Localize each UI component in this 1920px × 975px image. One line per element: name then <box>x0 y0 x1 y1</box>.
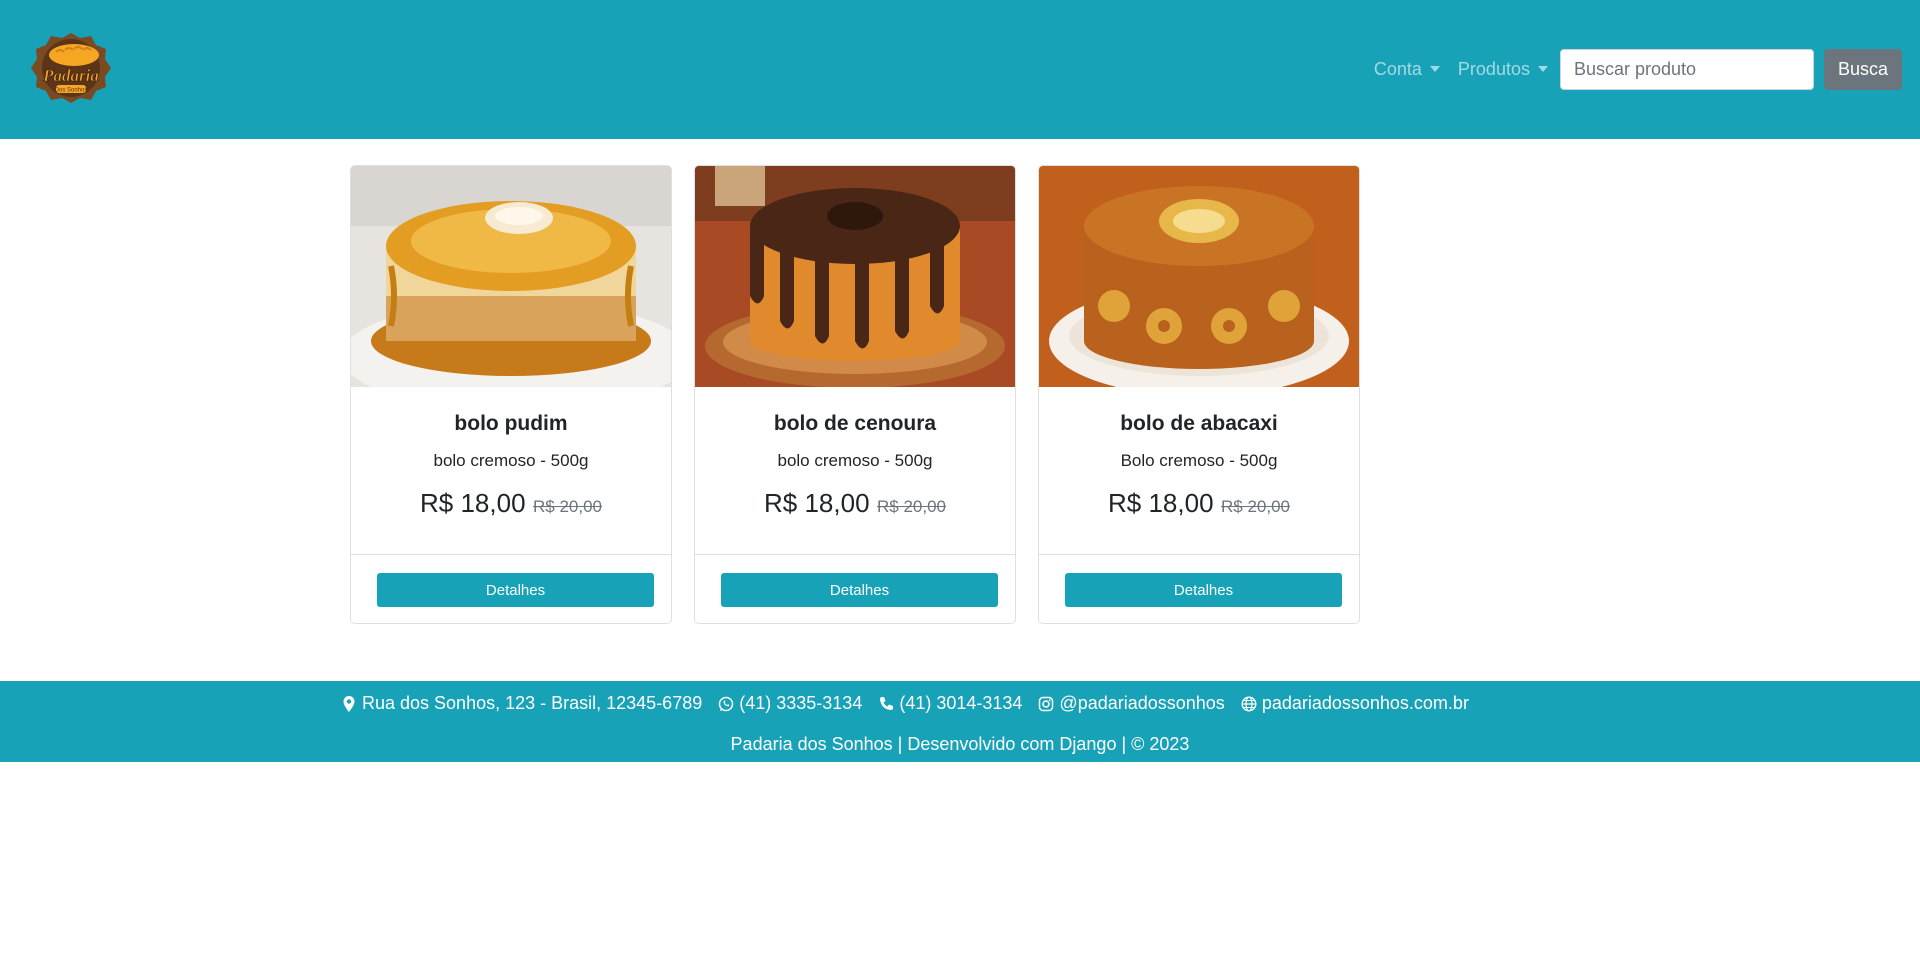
address-text: Rua dos Sonhos, 123 - Brasil, 12345-6789 <box>362 693 703 713</box>
card-footer: Detalhes <box>351 554 671 623</box>
footer-address: Rua dos Sonhos, 123 - Brasil, 12345-6789 <box>341 693 702 714</box>
navbar-right: Conta Produtos Busca <box>1374 48 1902 90</box>
product-image[interactable] <box>695 166 1015 387</box>
product-card: bolo de abacaxi Bolo cremoso - 500g R$ 1… <box>1038 165 1360 624</box>
logo[interactable]: Padaria Dos Sonhos <box>30 31 112 105</box>
chevron-down-icon <box>1429 66 1440 72</box>
search-input[interactable] <box>1559 48 1814 90</box>
whatsapp-text: (41) 3335-3134 <box>739 693 863 713</box>
logo-text: Padaria <box>42 66 99 85</box>
product-old-price: R$ 20,00 <box>532 497 602 517</box>
nav-dropdown-produtos[interactable]: Produtos <box>1458 59 1548 80</box>
nav-produtos-label: Produtos <box>1457 58 1530 79</box>
product-description: bolo cremoso - 500g <box>777 451 933 471</box>
details-button[interactable]: Detalhes <box>1065 573 1342 607</box>
footer-copyright: Padaria dos Sonhos | Desenvolvido com Dj… <box>730 734 1190 754</box>
product-price: R$ 18,00 <box>1108 488 1214 519</box>
product-name: bolo de cenoura <box>773 412 937 435</box>
footer-whatsapp[interactable]: (41) 3335-3134 <box>718 693 862 714</box>
details-button[interactable]: Detalhes <box>721 573 998 607</box>
nav-dropdown-conta[interactable]: Conta <box>1374 59 1440 80</box>
logo-subtext: Dos Sonhos <box>55 88 88 94</box>
map-marker-icon <box>343 695 355 712</box>
product-card: bolo pudim bolo cremoso - 500g R$ 18,00 … <box>350 165 672 624</box>
product-description: Bolo cremoso - 500g <box>1120 451 1278 471</box>
product-old-price: R$ 20,00 <box>876 497 946 517</box>
footer-phone[interactable]: (41) 3014-3134 <box>878 693 1022 714</box>
footer-website[interactable]: padariadossonhos.com.br <box>1241 693 1469 714</box>
footer-contacts: Rua dos Sonhos, 123 - Brasil, 12345-6789… <box>341 693 1485 714</box>
product-price: R$ 18,00 <box>764 488 870 519</box>
card-footer: Detalhes <box>695 554 1015 623</box>
instagram-icon <box>1039 696 1054 711</box>
navbar: Padaria Dos Sonhos Conta Produtos Busca <box>0 0 1920 139</box>
product-image[interactable] <box>351 166 671 387</box>
instagram-text: @padariadossonhos <box>1059 693 1225 713</box>
nav-conta-label: Conta <box>1373 58 1422 79</box>
chevron-down-icon <box>1537 66 1548 72</box>
globe-icon <box>1241 695 1257 712</box>
phone-text: (41) 3014-3134 <box>899 693 1023 713</box>
whatsapp-icon <box>718 696 734 711</box>
product-card: bolo de cenoura bolo cremoso - 500g R$ 1… <box>694 165 1016 624</box>
website-text: padariadossonhos.com.br <box>1261 693 1469 713</box>
product-image[interactable] <box>1039 166 1359 387</box>
product-old-price: R$ 20,00 <box>1220 497 1290 517</box>
search-button[interactable]: Busca <box>1823 48 1902 90</box>
product-description: bolo cremoso - 500g <box>433 451 589 471</box>
product-name: bolo pudim <box>454 412 568 435</box>
card-footer: Detalhes <box>1039 554 1359 623</box>
phone-icon <box>880 696 894 710</box>
details-button[interactable]: Detalhes <box>377 573 654 607</box>
product-price: R$ 18,00 <box>420 488 526 519</box>
footer-instagram[interactable]: @padariadossonhos <box>1038 693 1225 714</box>
footer: Rua dos Sonhos, 123 - Brasil, 12345-6789… <box>0 681 1920 762</box>
product-name: bolo de abacaxi <box>1120 412 1278 435</box>
